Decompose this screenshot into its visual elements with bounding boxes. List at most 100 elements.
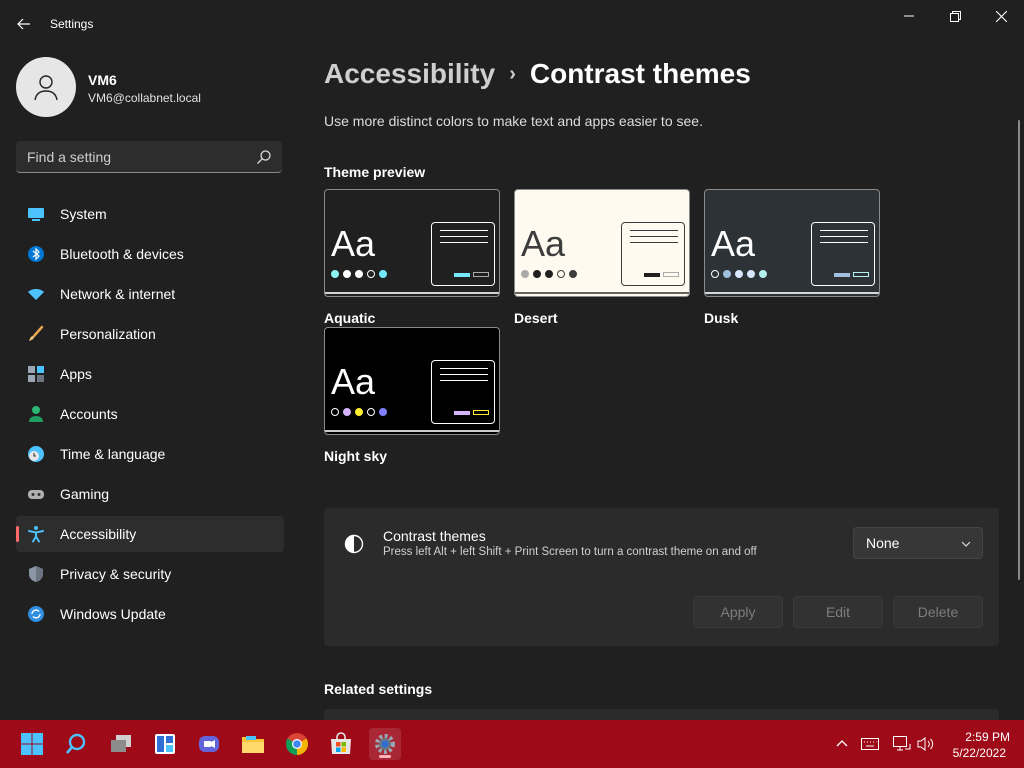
search-box[interactable]: Find a setting [16,141,282,173]
theme-sample-text: Aa [711,223,756,264]
close-icon [995,10,1007,22]
contrast-icon [344,534,364,554]
color-swatch [331,270,339,278]
color-swatch [723,270,731,278]
color-swatch [343,408,351,416]
preview-taskbar-line [325,292,499,294]
back-button[interactable] [10,12,38,36]
start-button[interactable] [16,728,48,760]
sidebar-item-system[interactable]: System [16,196,284,232]
color-swatch [545,270,553,278]
edit-button[interactable]: Edit [793,596,883,628]
theme-card-night-sky[interactable]: Aa [324,327,500,435]
chat-button[interactable] [193,728,225,760]
preview-line [440,380,488,381]
sidebar-item-windows-update[interactable]: Windows Update [16,596,284,632]
show-hidden-icons-button[interactable] [832,734,852,754]
theme-sample-text: Aa [331,223,376,264]
minimize-button[interactable] [886,0,932,32]
sidebar-item-label: Personalization [60,326,156,342]
preview-line [820,230,868,231]
preview-secondary-button [663,272,679,277]
search-input[interactable]: Find a setting [27,149,111,165]
keyboard-icon [861,738,879,750]
paintbrush-icon [29,325,44,341]
preview-line [440,236,488,237]
contrast-theme-dropdown[interactable]: None [853,527,983,559]
sidebar-item-accounts[interactable]: Accounts [16,396,284,432]
color-swatch [331,408,339,416]
color-swatch [557,270,565,278]
search-icon[interactable] [256,149,272,165]
sidebar-item-gaming[interactable]: Gaming [16,476,284,512]
file-explorer-button[interactable] [237,728,269,760]
settings-taskbar-button[interactable] [369,728,401,760]
restore-button[interactable] [932,0,978,32]
clock-date[interactable]: 5/22/2022 [944,746,1006,760]
preview-line [820,242,868,243]
task-view-button[interactable] [105,728,137,760]
contrast-themes-card: Contrast themes Press left Alt + left Sh… [324,508,999,646]
theme-window-preview [431,222,495,286]
sidebar-item-time-language[interactable]: Time & language [16,436,284,472]
chrome-button[interactable] [281,728,313,760]
color-swatch [533,270,541,278]
apps-icon [28,366,44,382]
sidebar-item-privacy-security[interactable]: Privacy & security [16,556,284,592]
color-swatch [367,270,375,278]
sidebar-item-apps[interactable]: Apps [16,356,284,392]
input-indicator[interactable] [860,734,880,754]
color-swatch [735,270,743,278]
color-swatch [759,270,767,278]
chevron-up-icon [836,740,848,747]
store-button[interactable] [325,728,357,760]
theme-color-swatches [331,408,387,416]
sidebar-item-accessibility[interactable]: Accessibility [16,516,284,552]
delete-button[interactable]: Delete [893,596,983,628]
person-icon [34,75,58,101]
theme-card-desert[interactable]: Aa [514,189,690,297]
sidebar-item-label: Gaming [60,486,110,502]
preview-taskbar-line [705,292,879,294]
selection-indicator [16,526,19,542]
sidebar-item-bluetooth[interactable]: Bluetooth & devices [16,236,284,272]
person-icon [29,406,43,422]
apply-button[interactable]: Apply [693,596,783,628]
sidebar-item-personalization[interactable]: Personalization [16,316,284,352]
preview-primary-button [834,273,850,277]
sidebar-item-label: Network & internet [60,286,176,302]
theme-color-swatches [521,270,577,278]
widgets-button[interactable] [149,728,181,760]
taskbar [0,720,1024,768]
breadcrumb-parent[interactable]: Accessibility [324,58,495,89]
related-settings-card[interactable] [324,709,999,720]
widgets-icon [155,734,175,754]
title-bar: Settings [0,0,1024,48]
accessibility-icon [28,526,44,543]
volume-icon [917,737,934,751]
color-swatch [521,270,529,278]
theme-label[interactable]: Aquatic [324,310,375,326]
clock-time[interactable]: 2:59 PM [944,730,1010,744]
theme-card-dusk[interactable]: Aa [704,189,880,297]
color-swatch [379,270,387,278]
theme-card-aquatic[interactable]: Aa [324,189,500,297]
clock-globe-icon [28,446,44,462]
sidebar-item-network[interactable]: Network & internet [16,276,284,312]
theme-label[interactable]: Dusk [704,310,738,326]
close-button[interactable] [978,0,1024,32]
bluetooth-icon [28,246,44,262]
theme-label[interactable]: Night sky [324,448,387,464]
color-swatch [355,270,363,278]
search-icon [66,733,86,754]
taskbar-search-button[interactable] [60,728,92,760]
network-tray-button[interactable] [892,734,912,754]
settings-icon [375,734,395,754]
preview-line [440,230,488,231]
theme-label[interactable]: Desert [514,310,558,326]
theme-sample-text: Aa [521,223,566,264]
avatar[interactable] [16,57,76,117]
volume-tray-button[interactable] [916,734,936,754]
scrollbar[interactable] [1018,120,1020,580]
preview-primary-button [644,273,660,277]
